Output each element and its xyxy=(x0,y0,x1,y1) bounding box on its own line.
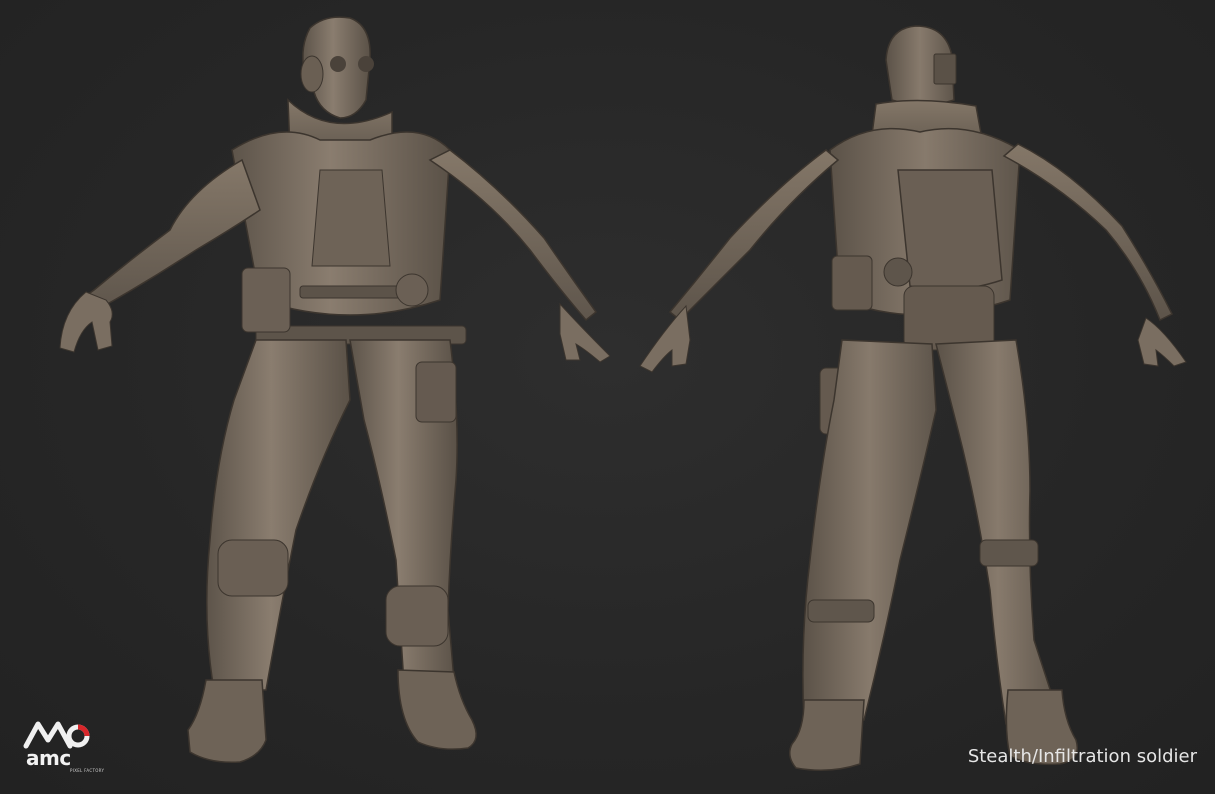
back-soldier-sculpt xyxy=(639,25,1187,771)
back-view-figure xyxy=(620,0,1210,794)
render-canvas: amc PIXEL FACTORY Stealth/Infiltration s… xyxy=(0,0,1215,794)
logo-subtext: PIXEL FACTORY xyxy=(70,768,105,773)
image-caption: Stealth/Infiltration soldier xyxy=(967,746,1197,767)
front-view-figure xyxy=(20,0,610,794)
logo-wordmark: amc xyxy=(26,746,71,770)
front-soldier-sculpt xyxy=(59,16,610,764)
